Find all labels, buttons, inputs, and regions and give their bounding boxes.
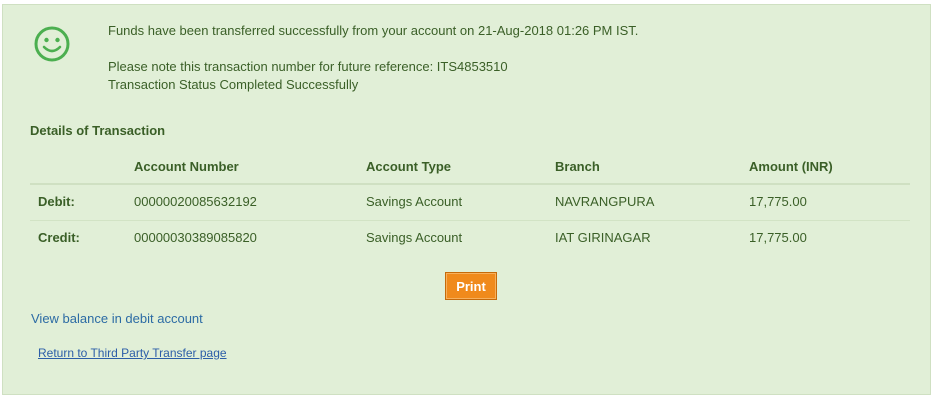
- table-header-row: Account Number Account Type Branch Amoun…: [30, 150, 910, 185]
- header-account-type: Account Type: [366, 159, 451, 174]
- header-account-number: Account Number: [134, 159, 239, 174]
- smiley-icon: [34, 26, 70, 62]
- branch: IAT GIRINAGAR: [555, 230, 651, 245]
- account-number: 00000020085632192: [134, 194, 257, 209]
- amount: 17,775.00: [749, 230, 807, 245]
- header-amount: Amount (INR): [749, 159, 833, 174]
- success-message: Funds have been transferred successfully…: [108, 23, 639, 38]
- return-to-transfer-link[interactable]: Return to Third Party Transfer page: [38, 346, 227, 360]
- header-branch: Branch: [555, 159, 600, 174]
- confirmation-panel: Funds have been transferred successfully…: [2, 4, 931, 395]
- print-button[interactable]: Print: [445, 272, 497, 300]
- section-title: Details of Transaction: [30, 123, 166, 138]
- account-type: Savings Account: [366, 194, 463, 209]
- transaction-table: Account Number Account Type Branch Amoun…: [30, 150, 910, 256]
- row-label: Debit:: [38, 194, 75, 209]
- row-label: Credit:: [38, 230, 80, 245]
- account-number: 00000030389085820: [134, 230, 257, 245]
- amount: 17,775.00: [749, 194, 807, 209]
- table-row: Credit: 00000030389085820 Savings Accoun…: [30, 221, 910, 256]
- table-row: Debit: 00000020085632192 Savings Account…: [30, 185, 910, 221]
- view-balance-link[interactable]: View balance in debit account: [31, 311, 203, 326]
- account-type: Savings Account: [366, 230, 463, 245]
- reference-note: Please note this transaction number for …: [108, 59, 508, 74]
- branch: NAVRANGPURA: [555, 194, 655, 209]
- transaction-status: Transaction Status Completed Successfull…: [108, 77, 359, 92]
